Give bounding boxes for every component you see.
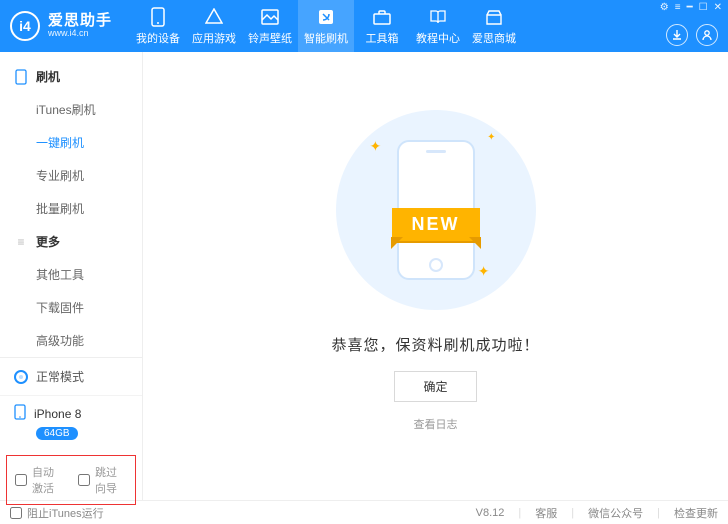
maximize-icon[interactable]: ☐: [699, 2, 708, 13]
sidebar-group-more: ≡ 更多: [0, 225, 142, 258]
tab-label: 工具箱: [366, 30, 399, 46]
tab-toolbox[interactable]: 工具箱: [354, 0, 410, 52]
device-mode-label: 正常模式: [36, 368, 84, 385]
top-tabs: 我的设备 应用游戏 铃声壁纸 智能刷机 工具箱: [130, 0, 522, 52]
sidebar-item-other-tools[interactable]: 其他工具: [0, 258, 142, 291]
mode-indicator-icon: [14, 370, 28, 384]
checkbox-label: 跳过向导: [95, 464, 127, 496]
user-button[interactable]: [696, 24, 718, 46]
sidebar-item-download-firmware[interactable]: 下载固件: [0, 291, 142, 324]
tab-my-device[interactable]: 我的设备: [130, 0, 186, 52]
wallpaper-icon: [260, 7, 280, 27]
sparkle-icon: ✦: [478, 263, 490, 280]
wechat-link[interactable]: 微信公众号: [588, 505, 643, 521]
device-mode-row[interactable]: 正常模式: [0, 358, 142, 396]
sidebar-item-itunes-flash[interactable]: iTunes刷机: [0, 93, 142, 126]
tab-ringtones[interactable]: 铃声壁纸: [242, 0, 298, 52]
checkbox-auto-activate[interactable]: 自动激活: [15, 464, 64, 496]
phone-icon: [148, 7, 168, 27]
new-ribbon: NEW: [392, 208, 480, 241]
checkbox-label: 阻止iTunes运行: [27, 505, 104, 521]
app-logo: i4 爱思助手 www.i4.cn: [10, 11, 112, 41]
device-storage-badge: 64GB: [36, 427, 78, 440]
checkbox-input[interactable]: [15, 474, 27, 486]
tab-apps[interactable]: 应用游戏: [186, 0, 242, 52]
device-row[interactable]: iPhone 8 64GB: [0, 396, 142, 451]
store-icon: [484, 7, 504, 27]
options-highlight-box: 自动激活 跳过向导: [6, 455, 136, 505]
book-icon: [428, 7, 448, 27]
sidebar-item-oneclick-flash[interactable]: 一键刷机: [0, 126, 142, 159]
sparkle-icon: ✦: [487, 132, 495, 143]
sidebar-item-advanced[interactable]: 高级功能: [0, 324, 142, 357]
tab-tutorials[interactable]: 教程中心: [410, 0, 466, 52]
sidebar-item-batch-flash[interactable]: 批量刷机: [0, 192, 142, 225]
checkbox-label: 自动激活: [32, 464, 64, 496]
tab-label: 智能刷机: [304, 30, 348, 46]
success-message: 恭喜您，保资料刷机成功啦！: [331, 334, 539, 355]
device-phone-icon: [14, 404, 26, 423]
app-subtitle: www.i4.cn: [48, 29, 112, 39]
phone-outline-icon: [14, 69, 28, 85]
separator: |: [518, 507, 521, 519]
close-icon[interactable]: ✕: [714, 2, 722, 13]
separator: |: [571, 507, 574, 519]
checkbox-input[interactable]: [78, 474, 90, 486]
success-illustration: ✦ ✦ ✦ NEW: [336, 110, 536, 310]
sidebar-group-label: 刷机: [36, 68, 60, 85]
apps-icon: [204, 7, 224, 27]
more-icon: ≡: [14, 235, 28, 249]
minimize-icon[interactable]: ━: [687, 2, 693, 13]
titlebar: i4 爱思助手 www.i4.cn 我的设备 应用游戏 铃声壁纸: [0, 0, 728, 52]
main-content: ✦ ✦ ✦ NEW 恭喜您，保资料刷机成功啦！ 确定 查看日志: [143, 52, 728, 500]
separator: |: [657, 507, 660, 519]
flash-icon: [316, 7, 336, 27]
window-controls: ⚙ ≡ ━ ☐ ✕: [660, 2, 722, 13]
menu-icon[interactable]: ≡: [675, 2, 681, 13]
sidebar-group-label: 更多: [36, 233, 60, 250]
checkbox-skip-guide[interactable]: 跳过向导: [78, 464, 127, 496]
toolbox-icon: [372, 7, 392, 27]
check-update-link[interactable]: 检查更新: [674, 505, 718, 521]
tab-store[interactable]: 爱思商城: [466, 0, 522, 52]
app-title: 爱思助手: [48, 13, 112, 30]
support-link[interactable]: 客服: [535, 505, 557, 521]
ok-button[interactable]: 确定: [394, 371, 476, 402]
tab-label: 爱思商城: [472, 30, 516, 46]
sidebar-item-pro-flash[interactable]: 专业刷机: [0, 159, 142, 192]
tab-flash[interactable]: 智能刷机: [298, 0, 354, 52]
tab-label: 我的设备: [136, 30, 180, 46]
version-label: V8.12: [476, 507, 505, 519]
logo-icon: i4: [10, 11, 40, 41]
tab-label: 应用游戏: [192, 30, 236, 46]
tab-label: 教程中心: [416, 30, 460, 46]
checkbox-block-itunes[interactable]: 阻止iTunes运行: [10, 505, 104, 521]
sidebar: 刷机 iTunes刷机 一键刷机 专业刷机 批量刷机 ≡ 更多 其他工具 下载固…: [0, 52, 143, 500]
tab-label: 铃声壁纸: [248, 30, 292, 46]
sparkle-icon: ✦: [370, 138, 382, 155]
device-name-label: iPhone 8: [34, 407, 81, 421]
settings-icon[interactable]: ⚙: [660, 2, 669, 13]
checkbox-input[interactable]: [10, 507, 22, 519]
view-log-link[interactable]: 查看日志: [414, 416, 458, 432]
download-button[interactable]: [666, 24, 688, 46]
sidebar-group-flash: 刷机: [0, 60, 142, 93]
